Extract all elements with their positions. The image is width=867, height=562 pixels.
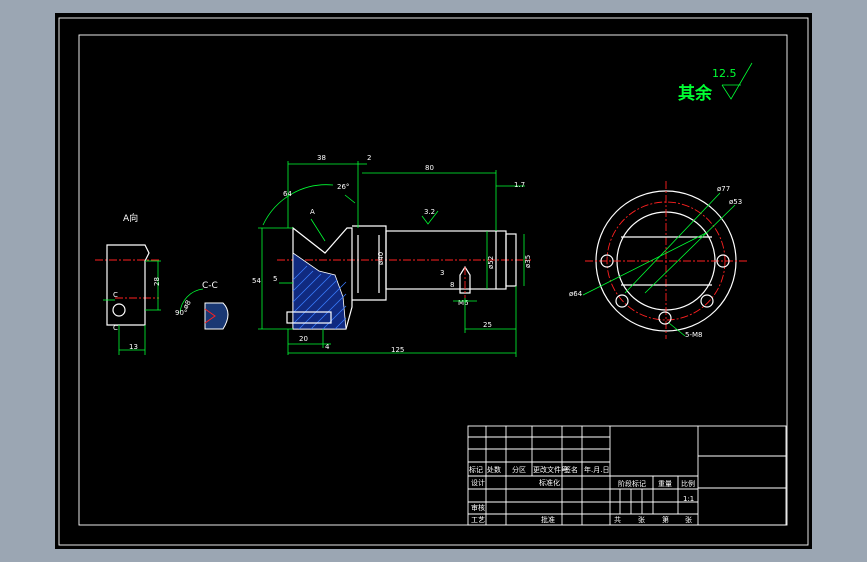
fork-hatch-area: [292, 252, 347, 330]
cc-section: C-C 90° ø8: [175, 281, 229, 330]
svg-text:C: C: [113, 324, 118, 332]
tb-scale: 比例: [681, 479, 695, 488]
svg-text:C: C: [113, 291, 118, 299]
dim-phi53: ø53: [729, 198, 742, 206]
roughness-3-2: 3.2: [424, 208, 435, 216]
surface-finish-note: 其余 12.5: [678, 62, 753, 104]
dim-4: 4: [325, 343, 330, 351]
svg-text:分区: 分区: [512, 465, 526, 474]
dim-m6: M6: [458, 299, 469, 307]
inner-border: [78, 34, 788, 526]
flange-view: ø77 ø53 ø64 5-M8: [569, 181, 747, 339]
tb-approve: 批准: [541, 515, 555, 524]
dim-5-m8: 5-M8: [685, 331, 702, 339]
main-view: 38 2 80 1.7 64 26° A 3.2 ø40 ø52 ø35 3 8…: [252, 154, 532, 357]
svg-text:张: 张: [685, 515, 692, 524]
tb-scale-value: 1:1: [683, 495, 694, 503]
surface-finish-label: 其余: [678, 83, 713, 104]
surface-finish-value: 12.5: [712, 67, 737, 80]
a-view: A向 C C 28 13: [95, 212, 161, 355]
dim-64-arc: 64: [283, 190, 292, 198]
svg-text:8: 8: [450, 281, 454, 289]
a-view-hole: [112, 303, 126, 317]
svg-text:28: 28: [153, 277, 161, 286]
svg-text:13: 13: [129, 343, 138, 351]
title-block: 标记 处数 分区 更改文件号 签名 年.月.日 设计 标准化 审核 工艺 批准 …: [467, 425, 787, 526]
dim-phi40: ø40: [377, 252, 385, 265]
dim-20: 20: [299, 335, 308, 343]
svg-text:更改文件号: 更改文件号: [533, 465, 568, 474]
cc-view-label: C-C: [202, 281, 218, 291]
dim-phi52: ø52: [487, 256, 495, 269]
dim-80: 80: [425, 164, 434, 172]
tb-standard: 标准化: [539, 478, 560, 487]
svg-text:第: 第: [662, 515, 669, 524]
dim-25: 25: [483, 321, 492, 329]
dim-phi64: ø64: [569, 290, 583, 298]
dim-phi35: ø35: [524, 255, 532, 268]
bolt-hole: [615, 294, 629, 308]
dim-2: 2: [367, 154, 371, 162]
bolt-hole: [700, 294, 714, 308]
tb-stage-mark: 阶段标记: [618, 479, 646, 488]
bolt-hole: [658, 311, 672, 325]
svg-text:标记: 标记: [469, 465, 483, 474]
dim-26deg: 26°: [337, 183, 349, 191]
drawing-sheet: 其余 12.5 A向 C C 28 13 C-C 90° ø8 38 2 80 …: [55, 13, 812, 549]
cad-drawing: 其余 12.5 A向 C C 28 13 C-C 90° ø8 38 2 80 …: [58, 17, 809, 546]
svg-text:处数: 处数: [487, 465, 501, 474]
a-arrow-label: A: [310, 208, 315, 216]
tb-review: 审核: [471, 503, 485, 512]
dim-38: 38: [317, 154, 326, 162]
dim-54: 54: [252, 277, 261, 285]
svg-text:3: 3: [440, 269, 444, 277]
svg-text:年.月.日: 年.月.日: [584, 465, 609, 474]
tb-weight: 重量: [658, 480, 672, 488]
tb-design: 设计: [471, 478, 485, 487]
dim-5: 5: [273, 275, 277, 283]
dim-125: 125: [391, 346, 404, 354]
dim-1-7: 1.7: [514, 181, 525, 189]
a-view-label: A向: [123, 212, 138, 224]
svg-text:张: 张: [638, 515, 645, 524]
svg-text:共: 共: [614, 515, 621, 524]
cc-section-profile: [204, 302, 229, 330]
dim-phi77: ø77: [717, 185, 730, 193]
svg-text:签名: 签名: [564, 465, 578, 474]
svg-text:90°: 90°: [175, 309, 187, 317]
tb-process: 工艺: [471, 516, 485, 524]
